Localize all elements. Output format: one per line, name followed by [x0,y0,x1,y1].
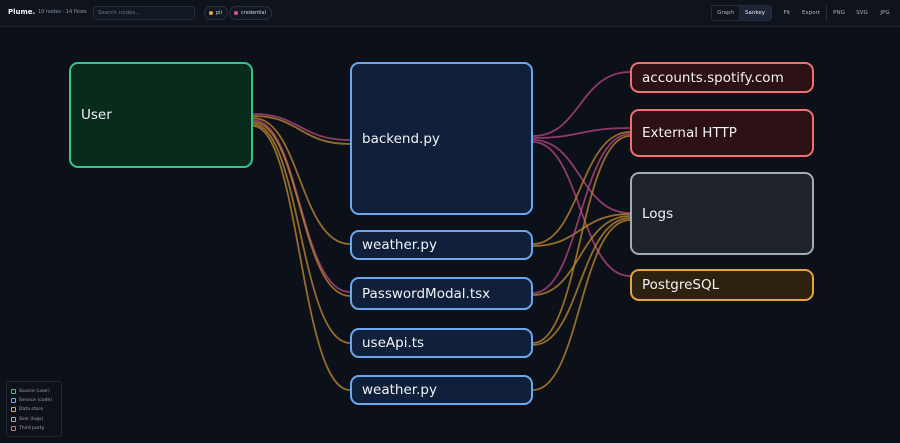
export-button[interactable]: Export [798,5,824,21]
node-backend-py[interactable]: backend.py [350,62,533,215]
flow-link-pii [532,215,631,296]
source-swatch-icon [11,389,16,395]
legend-item: Data store [11,405,57,414]
app-logo: Plume. [8,8,36,16]
flow-link-pii [252,123,351,344]
node-user[interactable]: User [69,62,253,168]
top-toolbar: Plume. 10 nodes · 14 flows pii credentia… [0,0,900,27]
filter-chip-label: credential [241,10,266,16]
node-password-modal[interactable]: PasswordModal.tsx [350,277,533,310]
flow-link-pii [252,125,351,391]
node-label: backend.py [362,130,440,147]
pii-dot-icon [209,11,213,15]
filter-chip-credential[interactable]: credential [229,6,272,20]
legend-item: Third party [11,424,57,433]
node-weather-py[interactable]: weather.py [350,230,533,260]
png-export-button[interactable]: PNG [828,5,850,21]
legend-label: Third party [19,425,45,431]
node-type-legend: Source (user) Service (code) Data store … [6,381,62,437]
legend-label: Sink (logs) [19,416,44,422]
legend-label: Data store [19,407,44,413]
node-label: useApi.ts [362,335,425,351]
node-label: Logs [642,205,674,222]
sankey-view-button[interactable]: Sankey [739,6,771,20]
legend-label: Source (user) [19,389,50,395]
node-external-http[interactable]: External HTTP [630,109,814,157]
flow-link-credential [532,71,631,137]
svg-export-button[interactable]: SVG [851,5,873,21]
node-use-api[interactable]: useApi.ts [350,328,533,358]
search-input[interactable] [93,6,195,20]
credential-dot-icon [234,11,238,15]
flow-link-pii [532,131,631,245]
node-logs[interactable]: Logs [630,172,814,255]
graph-view-button[interactable]: Graph [712,6,740,20]
service-swatch-icon [11,398,16,404]
jpg-export-button[interactable]: JPG [874,5,896,21]
data-store-swatch-icon [11,407,16,413]
node-label: External HTTP [642,125,737,141]
sankey-canvas[interactable]: User backend.py weather.py PasswordModal… [0,28,900,443]
sink-swatch-icon [11,416,16,422]
legend-item: Source (user) [11,387,57,396]
node-label: weather.py [362,237,437,253]
node-label: PasswordModal.tsx [362,285,491,302]
node-label: weather.py [362,382,437,398]
legend-label: Service (code) [19,398,53,404]
node-weather-py-2[interactable]: weather.py [350,375,533,405]
third-party-swatch-icon [11,425,16,431]
node-postgresql[interactable]: PostgreSQL [630,269,814,301]
flow-link-credential [532,139,631,214]
node-label: PostgreSQL [642,277,720,293]
toolbar-divider [826,5,827,21]
filter-chip-label: pii [216,10,222,16]
view-toggle: Graph Sankey [711,5,772,21]
filter-chip-pii[interactable]: pii [204,6,228,20]
legend-item: Sink (logs) [11,415,57,424]
node-label: accounts.spotify.com [642,69,784,86]
node-accounts-spotify[interactable]: accounts.spotify.com [630,62,814,93]
graph-stats: 10 nodes · 14 flows [38,9,87,15]
fit-button[interactable]: Fit [778,5,796,21]
node-label: User [81,107,112,123]
legend-item: Service (code) [11,396,57,405]
